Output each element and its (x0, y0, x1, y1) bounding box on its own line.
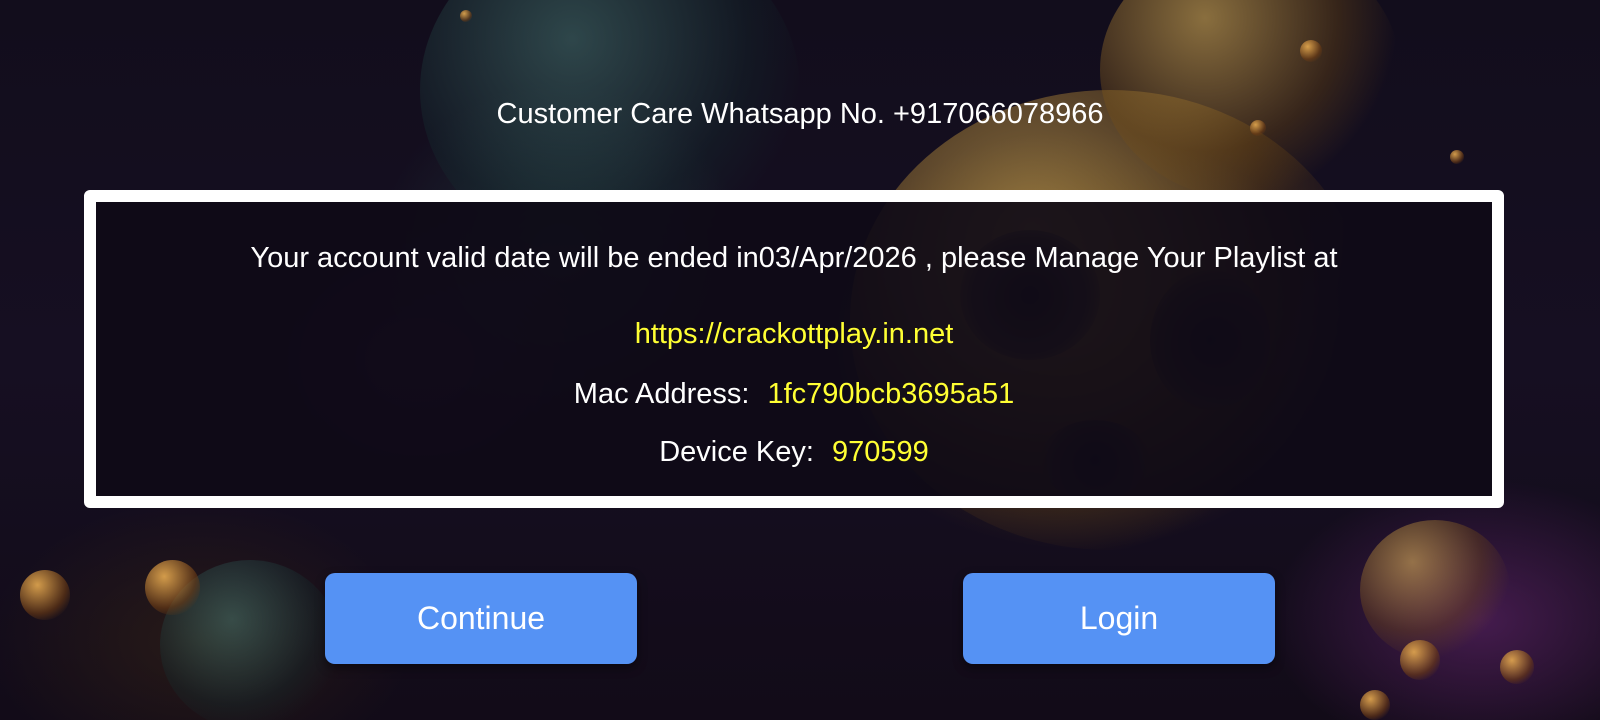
continue-button[interactable]: Continue (325, 573, 637, 664)
device-key-row: Device Key: 970599 (96, 434, 1492, 470)
mac-address-value: 1fc790bcb3695a51 (767, 378, 1015, 410)
account-info-panel: Your account valid date will be ended in… (84, 190, 1504, 508)
mac-address-row: Mac Address: 1fc790bcb3695a51 (96, 376, 1492, 412)
expiry-message: Your account valid date will be ended in… (250, 242, 1338, 274)
mac-address-label: Mac Address: (573, 378, 750, 410)
device-key-value: 970599 (831, 436, 929, 468)
device-key-label: Device Key: (659, 436, 814, 468)
customer-care-text: Customer Care Whatsapp No. +917066078966 (496, 98, 1104, 130)
playlist-url-link[interactable]: https://crackottplay.in.net (96, 316, 1492, 352)
login-button[interactable]: Login (963, 573, 1275, 664)
